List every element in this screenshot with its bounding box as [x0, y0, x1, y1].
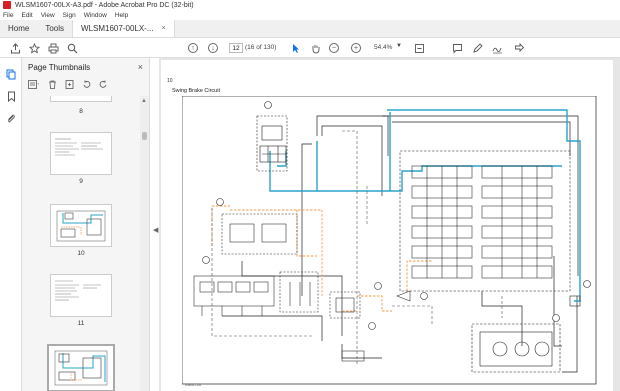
thumbnail-page-12-selected[interactable] [47, 344, 115, 391]
thumbnail-label-10: 10 [77, 250, 85, 257]
prev-page-icon[interactable]: ↑ [186, 41, 200, 55]
select-arrow-icon[interactable] [289, 41, 303, 55]
search-icon[interactable] [65, 41, 79, 55]
thumbnail-text-lines [55, 138, 103, 156]
share-icon[interactable] [512, 41, 526, 55]
zoom-out-icon[interactable]: − [327, 41, 341, 55]
thumbnail-schematic [54, 350, 108, 386]
tab-document[interactable]: WLSM1607-00LX-... × [72, 20, 175, 37]
tab-bar: Home Tools WLSM1607-00LX-... × [0, 20, 620, 38]
bookmark-star-icon[interactable] [27, 41, 41, 55]
thumbnail-page-8[interactable] [50, 96, 112, 102]
print-icon[interactable] [46, 41, 60, 55]
tab-document-label: WLSM1607-00LX-... [81, 24, 154, 33]
zoom-dropdown-icon[interactable]: ▼ [396, 43, 402, 49]
pilot-valve-group [216, 198, 298, 255]
thumbnail-options-icon[interactable] [28, 79, 40, 91]
tab-home[interactable]: Home [0, 20, 37, 37]
menu-window[interactable]: Window [84, 12, 107, 19]
delete-page-icon[interactable] [48, 80, 57, 91]
tab-tools[interactable]: Tools [37, 20, 72, 37]
tab-close-icon[interactable]: × [162, 25, 166, 32]
sign-icon[interactable] [490, 41, 504, 55]
pen-icon[interactable] [470, 41, 484, 55]
rotate-ccw-icon[interactable] [82, 80, 91, 91]
window-title: WLSM1607-00LX-A3.pdf - Adobe Acrobat Pro… [15, 1, 194, 9]
page-thumbnails-icon[interactable] [5, 68, 17, 80]
menu-file[interactable]: File [3, 12, 13, 19]
solenoid-valve-block [193, 256, 319, 316]
next-page-icon[interactable]: ↓ [206, 41, 220, 55]
insert-page-icon[interactable] [65, 79, 74, 91]
drawing-code: 0384172A [185, 383, 201, 387]
page-count: (16 of 130) [245, 44, 277, 51]
pump-tank [471, 280, 591, 373]
tab-home-label: Home [8, 24, 30, 33]
panel-close-icon[interactable]: × [138, 62, 143, 72]
thumbnails-panel: Page Thumbnails × 8 9 10 11 ▲ [22, 58, 150, 391]
bookmarks-icon[interactable] [5, 90, 17, 102]
menu-bar: File Edit View Sign Window Help [0, 10, 620, 20]
left-rail [0, 58, 22, 391]
acrobat-logo-icon [3, 1, 11, 9]
thumbnail-label-11: 11 [77, 320, 85, 327]
thumbnail-label-9: 9 [79, 178, 83, 185]
schematic-frame [182, 96, 597, 385]
thumbnails-scrollbar[interactable]: ▲ [140, 96, 149, 391]
comment-icon[interactable] [450, 41, 464, 55]
toolbar: ↑ ↓ 12 (16 of 130) − + 54.4% ▼ [0, 38, 620, 58]
title-bar: WLSM1607-00LX-A3.pdf - Adobe Acrobat Pro… [0, 0, 620, 10]
swing-motor [256, 101, 288, 172]
panel-header: Page Thumbnails × [22, 58, 149, 77]
page-title: Swing Brake Circuit [172, 88, 220, 94]
menu-help[interactable]: Help [115, 12, 128, 19]
thumbnail-label-8: 8 [79, 108, 83, 115]
thumbnail-page-9[interactable] [50, 132, 112, 175]
tab-tools-label: Tools [45, 24, 65, 33]
attachments-icon[interactable] [5, 112, 17, 124]
hydraulic-schematic [182, 96, 597, 385]
thumbnail-schematic [56, 210, 106, 242]
thumbnail-page-10[interactable] [50, 204, 112, 247]
page-number-label: 10 [167, 78, 173, 84]
thumbnail-page-11[interactable] [50, 274, 112, 317]
upload-icon[interactable] [8, 41, 22, 55]
swing-brake-valve [329, 282, 428, 362]
panel-tools [22, 77, 149, 93]
menu-view[interactable]: View [41, 12, 55, 19]
pdf-page: 10 Swing Brake Circuit 0384172A [161, 60, 613, 391]
hand-icon[interactable] [308, 41, 322, 55]
panel-title: Page Thumbnails [28, 63, 91, 72]
page-number-input[interactable]: 12 [229, 43, 243, 53]
zoom-level[interactable]: 54.4% [374, 44, 392, 51]
thumbnail-text-lines [55, 280, 101, 301]
menu-edit[interactable]: Edit [21, 12, 32, 19]
collapse-panel-icon[interactable]: ◀ [153, 226, 158, 234]
menu-sign[interactable]: Sign [63, 12, 76, 19]
control-valve [399, 150, 571, 292]
rotate-cw-icon[interactable] [99, 80, 108, 91]
scroll-up-icon[interactable]: ▲ [141, 98, 147, 104]
fit-page-icon[interactable] [412, 41, 426, 55]
hydraulic-lines [269, 109, 581, 302]
document-viewer[interactable]: 10 Swing Brake Circuit 0384172A [159, 58, 620, 391]
zoom-in-icon[interactable]: + [349, 41, 363, 55]
scrollbar-thumb[interactable] [142, 132, 147, 140]
thumbnails-list: 8 9 10 11 [22, 96, 140, 391]
